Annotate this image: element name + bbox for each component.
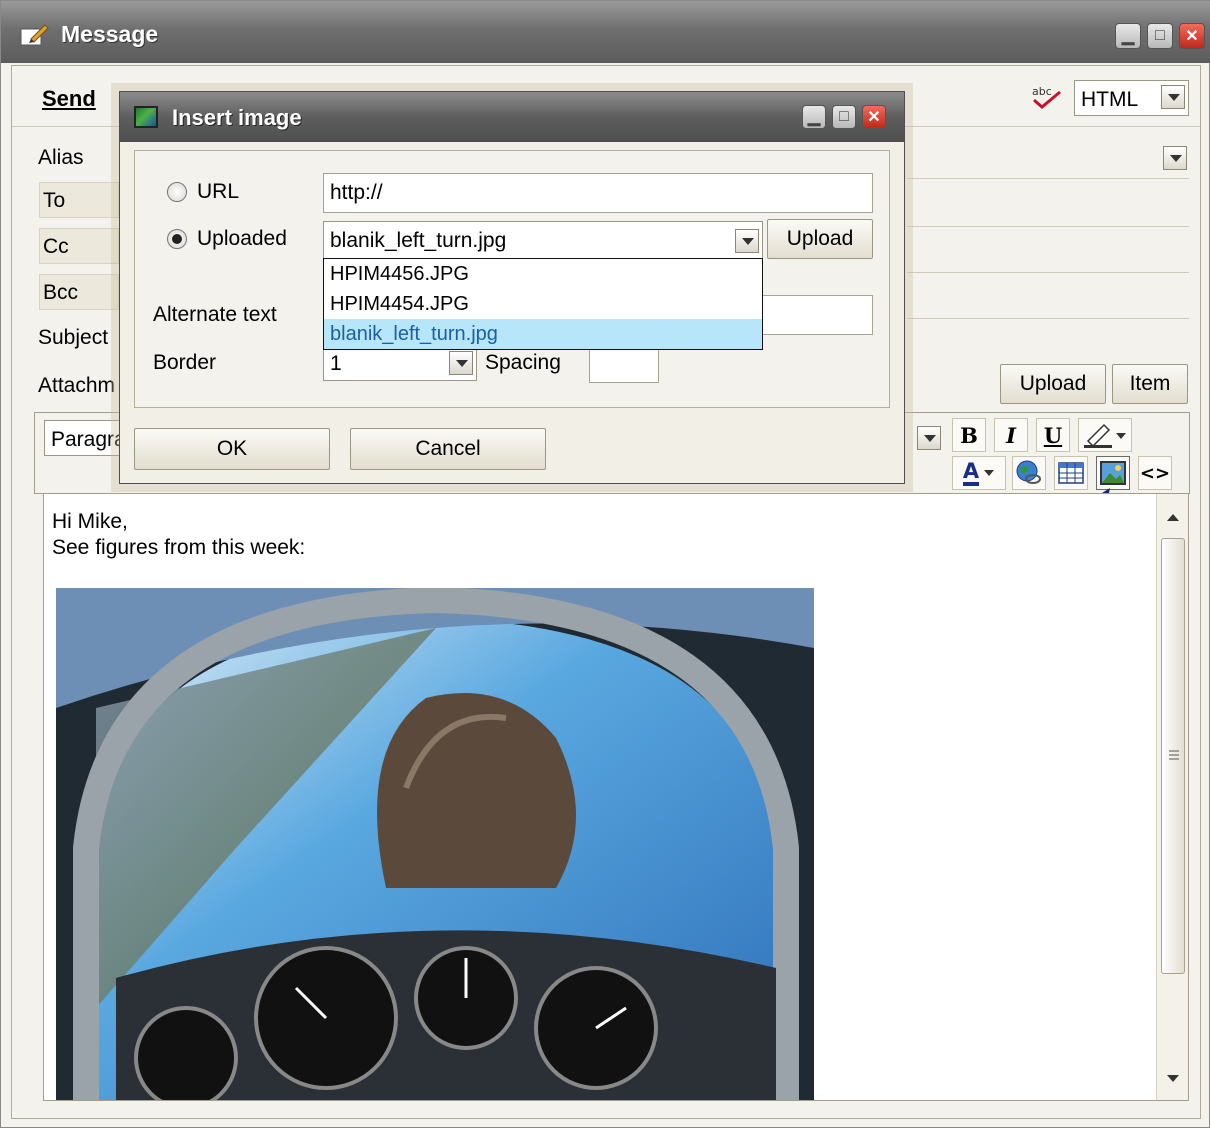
text-color-label: A bbox=[962, 460, 980, 486]
svg-text:abc: abc bbox=[1032, 85, 1052, 98]
paragraph-value: Paragra bbox=[51, 428, 126, 451]
underline-label: U bbox=[1043, 422, 1063, 448]
attachment-upload-button[interactable]: Upload bbox=[1000, 364, 1106, 404]
dropdown-option-selected[interactable]: blanik_left_turn.jpg bbox=[324, 319, 762, 349]
maximize-button[interactable]: □ bbox=[1147, 23, 1173, 49]
title-bar[interactable]: Message ▁ □ ✕ bbox=[1, 1, 1210, 63]
cc-button[interactable]: Cc bbox=[39, 228, 119, 264]
cancel-label: Cancel bbox=[415, 437, 481, 460]
spacing-input[interactable] bbox=[589, 347, 659, 383]
send-button[interactable]: Send bbox=[42, 86, 96, 112]
grip-icon bbox=[1169, 750, 1179, 760]
body-line-1: Hi Mike, bbox=[52, 510, 128, 533]
image-icon bbox=[134, 106, 158, 128]
italic-label: I bbox=[1006, 422, 1016, 448]
bcc-button[interactable]: Bcc bbox=[39, 274, 119, 310]
image-icon bbox=[1100, 461, 1126, 485]
format-value: HTML bbox=[1081, 88, 1139, 111]
alt-text-label: Alternate text bbox=[153, 303, 277, 326]
url-value: http:// bbox=[330, 181, 383, 204]
spellcheck-icon[interactable]: abc bbox=[1030, 84, 1064, 110]
chevron-down-icon[interactable] bbox=[1161, 85, 1185, 109]
message-window: Message ▁ □ ✕ Send abc HTML Alias To Cc bbox=[0, 0, 1210, 1128]
border-value: 1 bbox=[330, 352, 342, 375]
dialog-title: Insert image bbox=[172, 105, 302, 130]
highlighter-icon bbox=[1084, 423, 1126, 448]
ok-button[interactable]: OK bbox=[134, 428, 330, 470]
insert-link-button[interactable] bbox=[1012, 456, 1046, 490]
insert-table-button[interactable] bbox=[1054, 456, 1088, 490]
uploaded-file-dropdown-list[interactable]: HPIM4456.JPG HPIM4454.JPG blanik_left_tu… bbox=[323, 258, 763, 350]
dialog-minimize-button[interactable]: ▁ bbox=[802, 105, 826, 129]
cc-label: Cc bbox=[43, 235, 69, 258]
dropdown-option[interactable]: HPIM4454.JPG bbox=[324, 289, 762, 319]
attachment-item-button[interactable]: Item bbox=[1112, 364, 1188, 404]
cancel-button[interactable]: Cancel bbox=[350, 428, 546, 470]
dialog-maximize-button[interactable]: □ bbox=[832, 105, 856, 129]
editor-scrollbar[interactable] bbox=[1156, 494, 1188, 1100]
attachment-upload-label: Upload bbox=[1019, 372, 1087, 395]
bold-button[interactable]: B bbox=[952, 418, 986, 452]
bcc-field-line bbox=[907, 318, 1189, 319]
attachment-item-label: Item bbox=[1129, 372, 1171, 395]
bcc-label: Bcc bbox=[43, 281, 79, 304]
to-label: To bbox=[43, 189, 66, 212]
url-input[interactable]: http:// bbox=[323, 173, 873, 213]
scroll-up-icon[interactable] bbox=[1166, 512, 1180, 522]
scroll-down-icon[interactable] bbox=[1166, 1074, 1180, 1084]
minimize-button[interactable]: ▁ bbox=[1115, 23, 1141, 49]
subject-label: Subject bbox=[38, 326, 109, 349]
dropdown-option[interactable]: HPIM4456.JPG bbox=[324, 259, 762, 289]
cc-field-line bbox=[907, 272, 1189, 273]
chevron-down-icon bbox=[984, 470, 995, 476]
url-radio[interactable] bbox=[167, 182, 187, 202]
uploaded-value: blanik_left_turn.jpg bbox=[330, 229, 507, 252]
url-label: URL bbox=[197, 180, 240, 203]
chevron-down-icon[interactable] bbox=[449, 351, 473, 375]
source-view-button[interactable]: <> bbox=[1138, 456, 1172, 490]
chevron-down-icon[interactable] bbox=[917, 426, 941, 450]
underline-button[interactable]: U bbox=[1036, 418, 1070, 452]
dialog-close-button[interactable]: ✕ bbox=[862, 105, 886, 129]
uploaded-file-select[interactable]: blanik_left_turn.jpg bbox=[323, 221, 763, 261]
to-field-line bbox=[907, 226, 1189, 227]
border-label: Border bbox=[153, 351, 217, 374]
glider-cockpit-image[interactable] bbox=[56, 588, 814, 1100]
font-size-select[interactable] bbox=[914, 422, 944, 454]
uploaded-radio[interactable] bbox=[167, 229, 187, 249]
message-editor[interactable]: Hi Mike, See figures from this week: bbox=[43, 493, 1189, 1101]
globe-link-icon bbox=[1016, 460, 1041, 484]
close-button[interactable]: ✕ bbox=[1179, 23, 1205, 49]
text-color-button[interactable]: A bbox=[952, 456, 1006, 490]
ok-label: OK bbox=[216, 437, 248, 460]
bold-label: B bbox=[960, 422, 978, 448]
spacing-label: Spacing bbox=[485, 351, 561, 374]
dialog-title-bar[interactable]: Insert image ▁ □ ✕ bbox=[120, 92, 904, 142]
format-select[interactable]: HTML bbox=[1074, 80, 1189, 116]
to-button[interactable]: To bbox=[39, 182, 119, 218]
border-select[interactable]: 1 bbox=[323, 347, 477, 381]
attachments-label: Attachm bbox=[38, 374, 116, 397]
italic-button[interactable]: I bbox=[994, 418, 1028, 452]
alias-select[interactable] bbox=[1160, 142, 1190, 176]
chevron-down-icon[interactable] bbox=[735, 229, 759, 253]
alias-field-line bbox=[907, 178, 1189, 179]
window-title: Message bbox=[61, 21, 159, 47]
insert-image-button[interactable] bbox=[1096, 456, 1130, 490]
uploaded-label: Uploaded bbox=[197, 227, 287, 250]
dialog-upload-label: Upload bbox=[786, 227, 854, 250]
body-line-2: See figures from this week: bbox=[52, 536, 306, 559]
source-label: <> bbox=[1139, 462, 1171, 484]
chevron-down-icon[interactable] bbox=[1163, 146, 1187, 170]
compose-icon bbox=[20, 24, 49, 46]
dialog-upload-button[interactable]: Upload bbox=[767, 219, 873, 259]
table-icon bbox=[1058, 462, 1084, 484]
scroll-thumb[interactable] bbox=[1161, 538, 1185, 974]
highlight-button[interactable] bbox=[1078, 418, 1132, 452]
alias-label: Alias bbox=[38, 146, 84, 169]
